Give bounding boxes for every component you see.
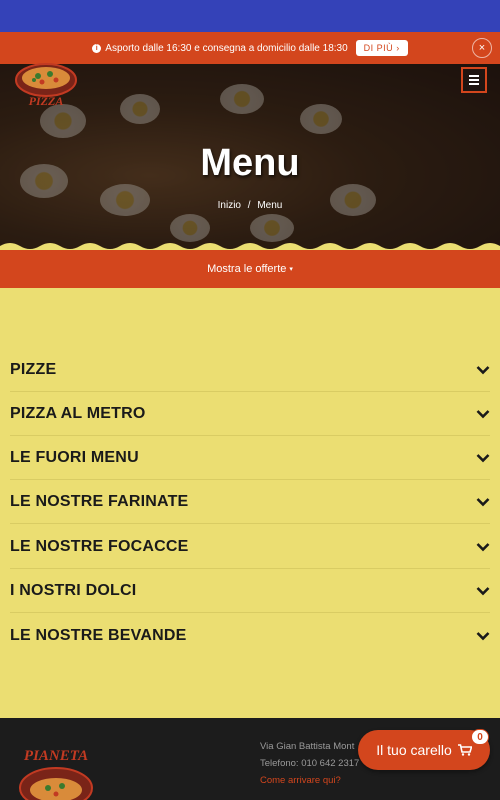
show-offers-button[interactable]: Mostra le offerte ▾: [0, 250, 500, 288]
logo-text: PIZZA: [29, 94, 64, 108]
cart-label: Il tuo carello: [376, 742, 452, 758]
breadcrumb-separator: /: [247, 200, 251, 211]
more-button[interactable]: DI PIÙ ›: [355, 40, 408, 56]
footer-logo[interactable]: PIANETA: [10, 742, 100, 800]
chevron-down-icon: [476, 453, 490, 462]
category-pizza-al-metro[interactable]: PIZZA AL METRO: [10, 392, 490, 436]
category-label: I NOSTRI DOLCI: [10, 581, 137, 599]
hamburger-menu-button[interactable]: [461, 67, 487, 93]
breadcrumb: Inizio / Menu: [0, 200, 500, 211]
chevron-down-icon: [476, 409, 490, 418]
category-label: LE NOSTRE FARINATE: [10, 492, 189, 510]
browser-top-bar: [0, 0, 500, 32]
category-pizze[interactable]: PIZZE: [10, 348, 490, 392]
breadcrumb-current: Menu: [257, 200, 283, 211]
info-icon: i: [92, 43, 102, 53]
caret-down-icon: ▾: [289, 266, 293, 273]
category-bevande[interactable]: LE NOSTRE BEVANDE: [10, 614, 490, 658]
chevron-down-icon: [476, 632, 490, 641]
category-label: LE NOSTRE FOCACCE: [10, 537, 189, 555]
chevron-down-icon: [476, 497, 490, 506]
category-dolci[interactable]: I NOSTRI DOLCI: [10, 569, 490, 613]
show-offers-label: Mostra le offerte: [207, 263, 287, 275]
close-icon: ×: [478, 42, 486, 54]
directions-link[interactable]: Come arrivare qui?: [260, 775, 341, 786]
chevron-right-icon: ›: [396, 43, 400, 53]
notice-text: Asporto dalle 16:30 e consegna a domicil…: [105, 42, 348, 54]
shopping-cart-icon: [457, 744, 472, 756]
hamburger-icon-line: [469, 79, 479, 81]
hamburger-icon-line: [469, 83, 479, 85]
page-title: Menu: [200, 142, 300, 184]
category-focacce[interactable]: LE NOSTRE FOCACCE: [10, 525, 490, 569]
footer-phone: Telefono: 010 642 2317: [260, 758, 360, 769]
more-button-label: DI PIÙ: [363, 43, 394, 53]
category-fuori-menu[interactable]: LE FUORI MENU: [10, 436, 490, 480]
chevron-down-icon: [476, 586, 490, 595]
category-label: PIZZA AL METRO: [10, 404, 146, 422]
hero-wave-edge: [0, 243, 500, 250]
close-notice-button[interactable]: ×: [472, 38, 492, 58]
chevron-down-icon: [476, 542, 490, 551]
cart-count-badge: 0: [471, 729, 489, 745]
category-farinate[interactable]: LE NOSTRE FARINATE: [10, 480, 490, 524]
chevron-down-icon: [476, 365, 490, 374]
footer-logo-text: PIANETA: [24, 748, 88, 764]
category-label: LE NOSTRE BEVANDE: [10, 627, 187, 644]
pizza-logo[interactable]: PIZZA: [10, 60, 82, 110]
breadcrumb-home-link[interactable]: Inizio: [218, 200, 241, 211]
category-label: LE FUORI MENU: [10, 448, 139, 466]
footer-address: Via Gian Battista Mont: [260, 741, 355, 752]
menu-categories: PIZZE PIZZA AL METRO LE FUORI MENU LE NO…: [0, 288, 500, 718]
category-label: PIZZE: [10, 360, 57, 378]
hamburger-icon-line: [469, 75, 479, 77]
